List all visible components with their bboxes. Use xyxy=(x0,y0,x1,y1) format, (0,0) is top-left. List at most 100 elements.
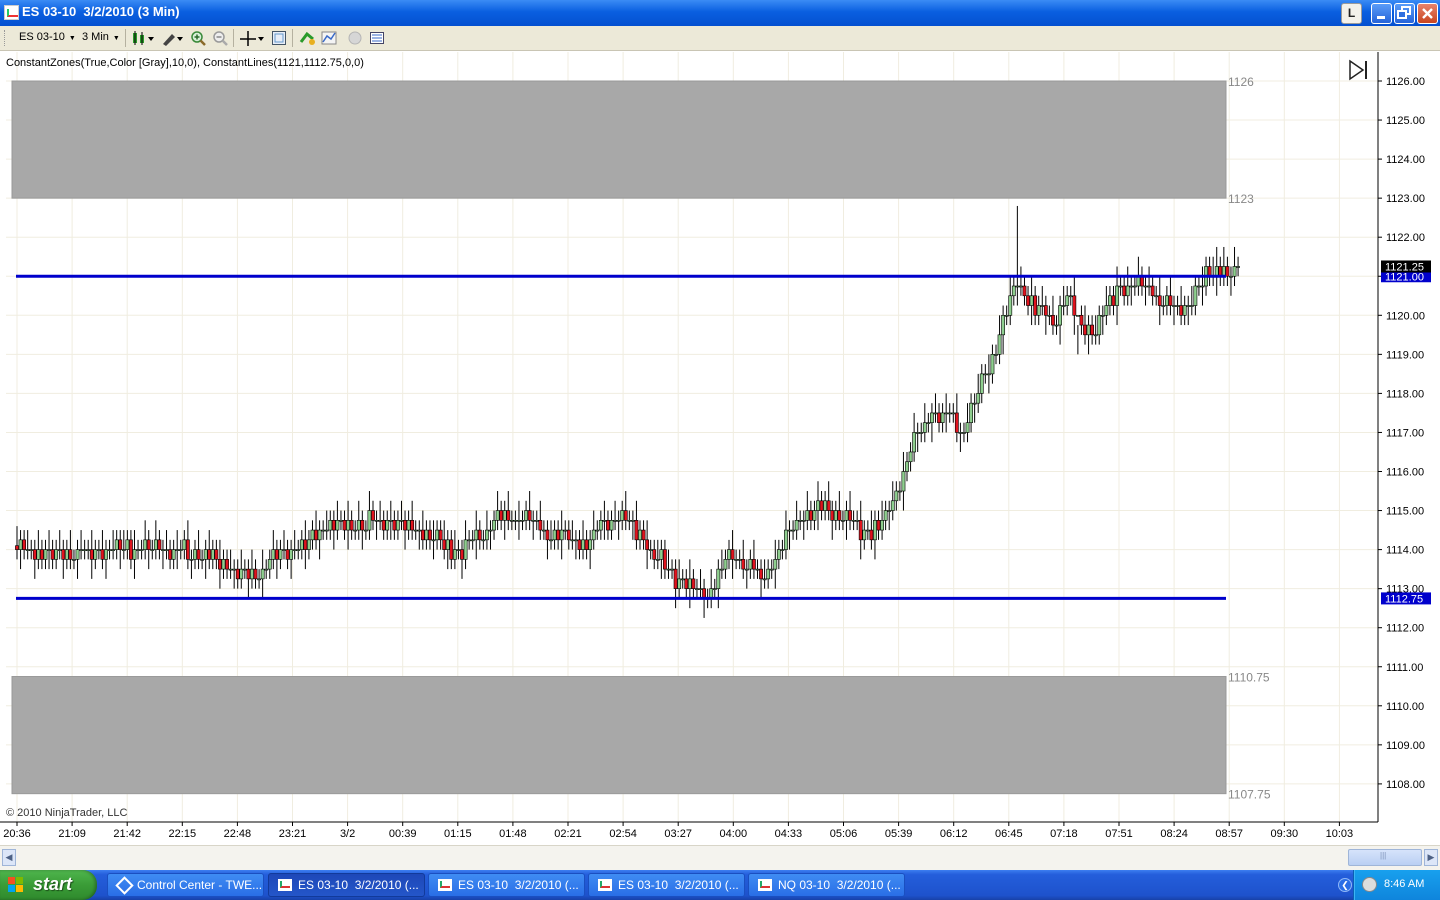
network-icon[interactable] xyxy=(1362,877,1377,892)
candle-body xyxy=(470,539,475,542)
link-button[interactable]: L xyxy=(1341,3,1362,24)
scroll-left-arrow-icon[interactable]: ◀ xyxy=(2,849,16,866)
candle-body xyxy=(897,490,902,493)
candle-body xyxy=(791,529,795,532)
chart-canvas[interactable]: 1126.00 1125.00 1124.00 1123.00 1122.00 1121.… xyxy=(0,52,1440,844)
taskbar-item-es-chart[interactable]: ES 03-10 3/2/2010 (... xyxy=(588,873,745,897)
candle-body xyxy=(1122,285,1127,297)
candle-body xyxy=(502,510,507,521)
candle-body xyxy=(520,520,525,522)
scroll-to-end-icon[interactable] xyxy=(1347,58,1371,82)
properties-icon[interactable] xyxy=(271,30,287,46)
candle-body xyxy=(1043,305,1048,316)
x-tick-label: 04:00 xyxy=(720,828,748,840)
candle-body xyxy=(727,549,731,560)
taskbar-item-control-center[interactable]: Control Center - TWE... xyxy=(107,873,264,897)
y-tick-label: 1125.00 xyxy=(1386,115,1425,127)
candle-body xyxy=(737,559,742,561)
candle-body xyxy=(314,529,318,541)
strategy-icon[interactable] xyxy=(299,30,315,46)
taskbar-item-es-chart[interactable]: ES 03-10 3/2/2010 (... xyxy=(268,873,425,897)
candle-body xyxy=(363,529,368,532)
candle-body xyxy=(915,432,920,434)
candle-body xyxy=(741,559,746,570)
candle-body xyxy=(303,539,308,550)
candle-body xyxy=(609,520,614,531)
candle-body xyxy=(29,549,34,551)
copyright-text: © 2010 NinjaTrader, LLC xyxy=(6,807,128,819)
scrollbar-thumb[interactable] xyxy=(1348,849,1422,866)
zoom-out-icon[interactable] xyxy=(212,30,228,46)
candle-body xyxy=(1083,324,1087,336)
candle-body xyxy=(1236,266,1240,268)
taskbar-item-es-chart[interactable]: ES 03-10 3/2/2010 (... xyxy=(428,873,585,897)
taskbar-item-nq-chart[interactable]: NQ 03-10 3/2/2010 (... xyxy=(748,873,905,897)
candle-body xyxy=(541,529,546,532)
x-tick-label: 20:36 xyxy=(3,828,31,840)
candle-body xyxy=(1072,295,1077,316)
candle-body xyxy=(1054,324,1059,327)
chart-scrollbar[interactable]: ◀ ▶ xyxy=(0,845,1440,871)
candle-body xyxy=(104,549,108,560)
candle-body xyxy=(1111,295,1116,306)
candle-body xyxy=(965,422,970,433)
candle-body xyxy=(1125,285,1130,297)
crosshair-icon[interactable] xyxy=(239,30,265,46)
candle-body xyxy=(467,539,472,542)
candle-body xyxy=(132,549,137,560)
candle-body xyxy=(495,510,500,521)
candle-body xyxy=(687,578,692,589)
candle-body xyxy=(620,510,625,521)
candle-body xyxy=(509,520,514,522)
candle-body xyxy=(744,568,749,571)
toolbar-divider xyxy=(125,29,126,47)
candle-body xyxy=(32,549,37,560)
minimize-button[interactable] xyxy=(1371,3,1392,24)
candle-body xyxy=(399,520,404,522)
candle-body xyxy=(68,549,73,560)
minimize-icon xyxy=(1377,16,1385,19)
zoom-in-icon[interactable] xyxy=(190,30,206,46)
start-button[interactable]: start xyxy=(0,870,97,900)
candle-body xyxy=(976,393,981,404)
candle-body xyxy=(289,549,294,560)
window-title-bar[interactable]: ES 03-10 3/2/2010 (3 Min) L xyxy=(0,0,1440,26)
data-box-icon[interactable] xyxy=(369,30,385,46)
candle-body xyxy=(691,578,696,589)
x-tick-label: 07:51 xyxy=(1105,828,1133,840)
y-tick-label: 1110.00 xyxy=(1386,701,1424,713)
candle-body xyxy=(79,549,83,551)
candle-body xyxy=(880,520,884,531)
candle-body xyxy=(267,559,272,570)
restore-button[interactable] xyxy=(1394,3,1415,24)
candle-body xyxy=(278,549,283,560)
close-button[interactable] xyxy=(1417,3,1438,24)
tray-expand-icon[interactable]: ❮ xyxy=(1338,878,1352,892)
indicators-icon[interactable] xyxy=(321,30,337,46)
x-tick-label: 07:18 xyxy=(1050,828,1078,840)
drawing-tool-icon[interactable] xyxy=(160,30,184,46)
candlestick-style-icon[interactable] xyxy=(131,30,155,46)
candle-body xyxy=(460,549,464,560)
x-tick-label: 02:21 xyxy=(554,828,582,840)
x-tick-label: 23:21 xyxy=(279,828,307,840)
candle-body xyxy=(250,568,254,580)
candle-body xyxy=(1189,305,1194,307)
zone-top-label: 1110.75 xyxy=(1228,671,1270,685)
candle-body xyxy=(773,559,778,570)
y-tick-label: 1122.00 xyxy=(1386,232,1425,244)
candle-body xyxy=(556,529,561,541)
record-icon[interactable] xyxy=(347,30,363,46)
candle-body xyxy=(837,510,842,521)
candle-body xyxy=(755,568,760,571)
instrument-selector[interactable]: ES 03-10 ▼ xyxy=(19,31,76,43)
price-chart[interactable]: 1126.00 1125.00 1124.00 1123.00 1122.00 1121.… xyxy=(0,52,1440,844)
interval-selector[interactable]: 3 Min ▼ xyxy=(82,31,120,43)
candle-body xyxy=(1161,305,1166,307)
scroll-right-arrow-icon[interactable]: ▶ xyxy=(1424,849,1438,866)
candle-body xyxy=(851,520,856,522)
candle-body xyxy=(716,568,721,589)
toolbar-grip[interactable] xyxy=(4,30,8,46)
candle-body xyxy=(228,568,233,571)
candle-body xyxy=(855,520,860,522)
